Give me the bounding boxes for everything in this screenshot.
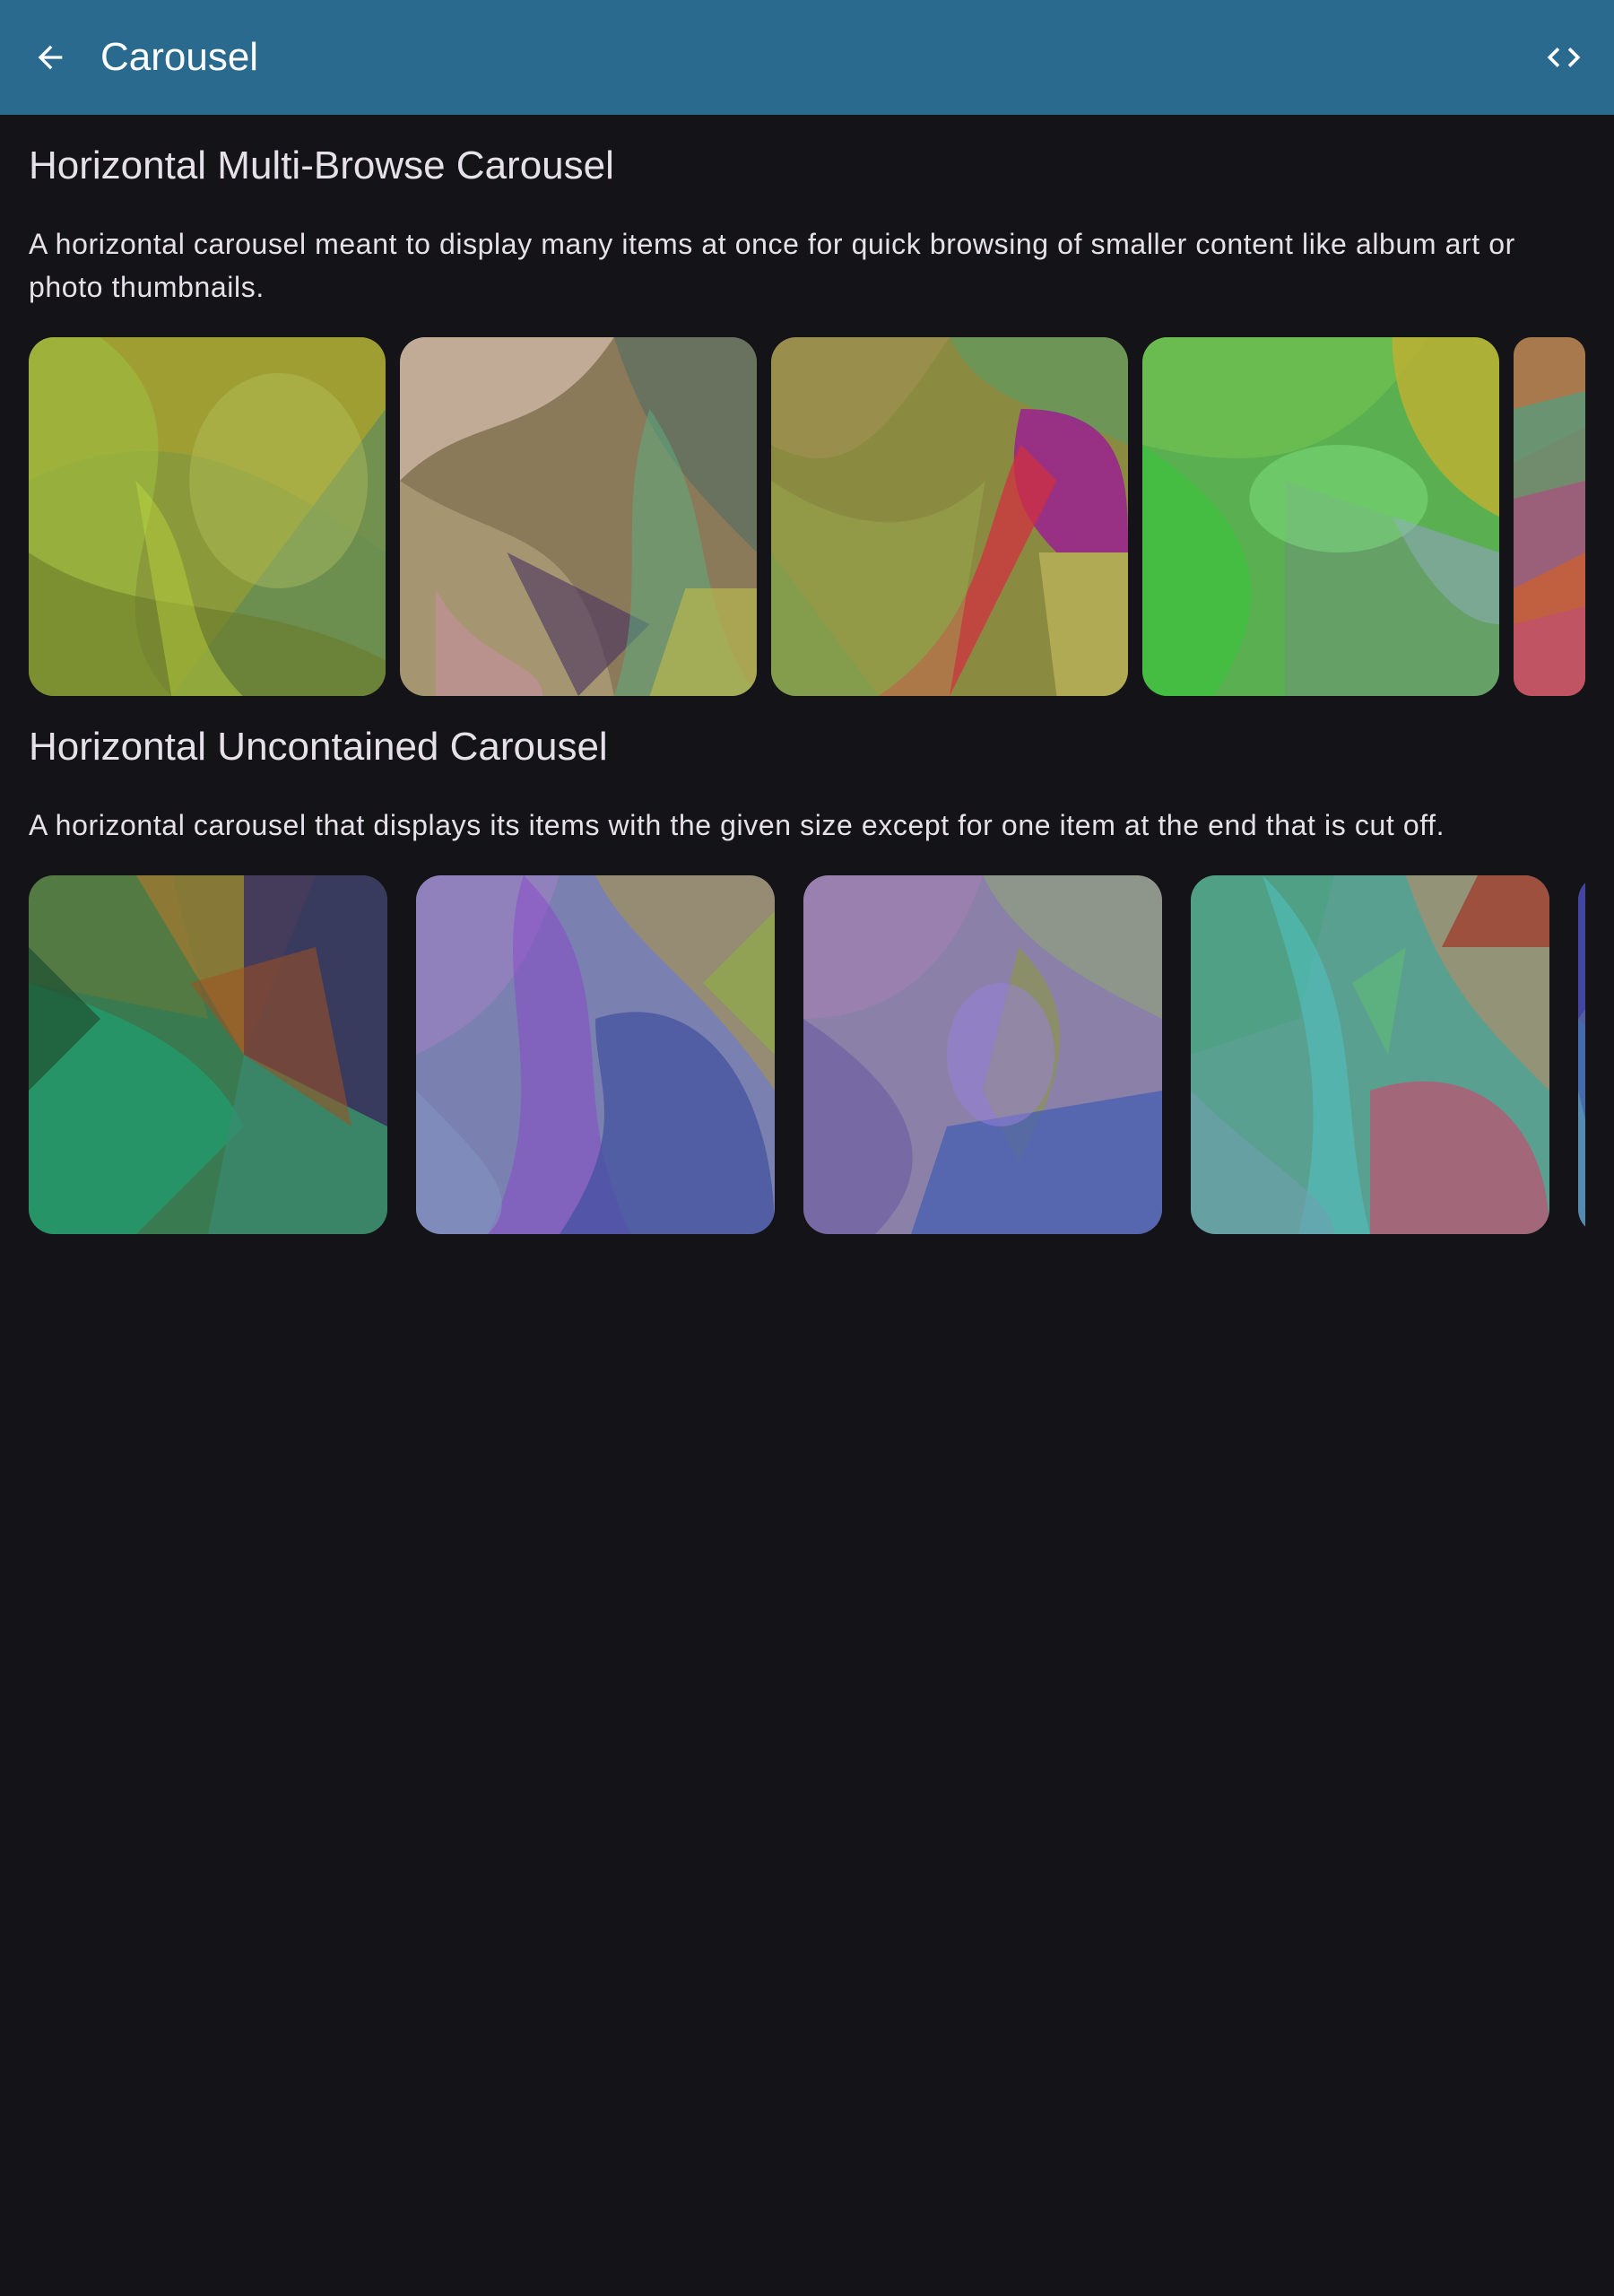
abstract-image (771, 337, 1128, 696)
abstract-image (803, 875, 1162, 1234)
top-app-bar: Carousel (0, 0, 1614, 115)
abstract-image (1142, 337, 1499, 696)
carousel-item[interactable] (1191, 875, 1549, 1234)
uncontained-section-description: A horizontal carousel that displays its … (29, 809, 1445, 841)
multi-browse-section-title: Horizontal Multi-Browse Carousel (29, 144, 614, 187)
carousel-item[interactable] (29, 337, 386, 696)
back-button[interactable] (18, 22, 82, 93)
carousel-item[interactable] (1514, 337, 1585, 696)
carousel-item[interactable] (803, 875, 1162, 1234)
abstract-image (416, 875, 775, 1234)
carousel-item[interactable] (29, 875, 387, 1234)
multi-browse-carousel[interactable] (29, 337, 1585, 696)
uncontained-carousel[interactable] (29, 875, 1585, 1234)
view-code-button[interactable] (1532, 22, 1596, 93)
uncontained-section-title: Horizontal Uncontained Carousel (29, 725, 608, 769)
abstract-image (1578, 875, 1585, 1234)
abstract-image (1514, 337, 1585, 696)
abstract-image (400, 337, 757, 696)
code-icon (1547, 48, 1581, 67)
carousel-item[interactable] (771, 337, 1128, 696)
abstract-image (29, 337, 386, 696)
carousel-item[interactable] (1142, 337, 1499, 696)
carousel-item[interactable] (1578, 875, 1585, 1234)
arrow-back-icon (38, 45, 63, 70)
carousel-item[interactable] (400, 337, 757, 696)
carousel-item[interactable] (416, 875, 775, 1234)
multi-browse-section-description: A horizontal carousel meant to display m… (29, 228, 1515, 303)
abstract-image (29, 875, 387, 1234)
abstract-image (1191, 875, 1549, 1234)
page-title: Carousel (100, 35, 259, 79)
